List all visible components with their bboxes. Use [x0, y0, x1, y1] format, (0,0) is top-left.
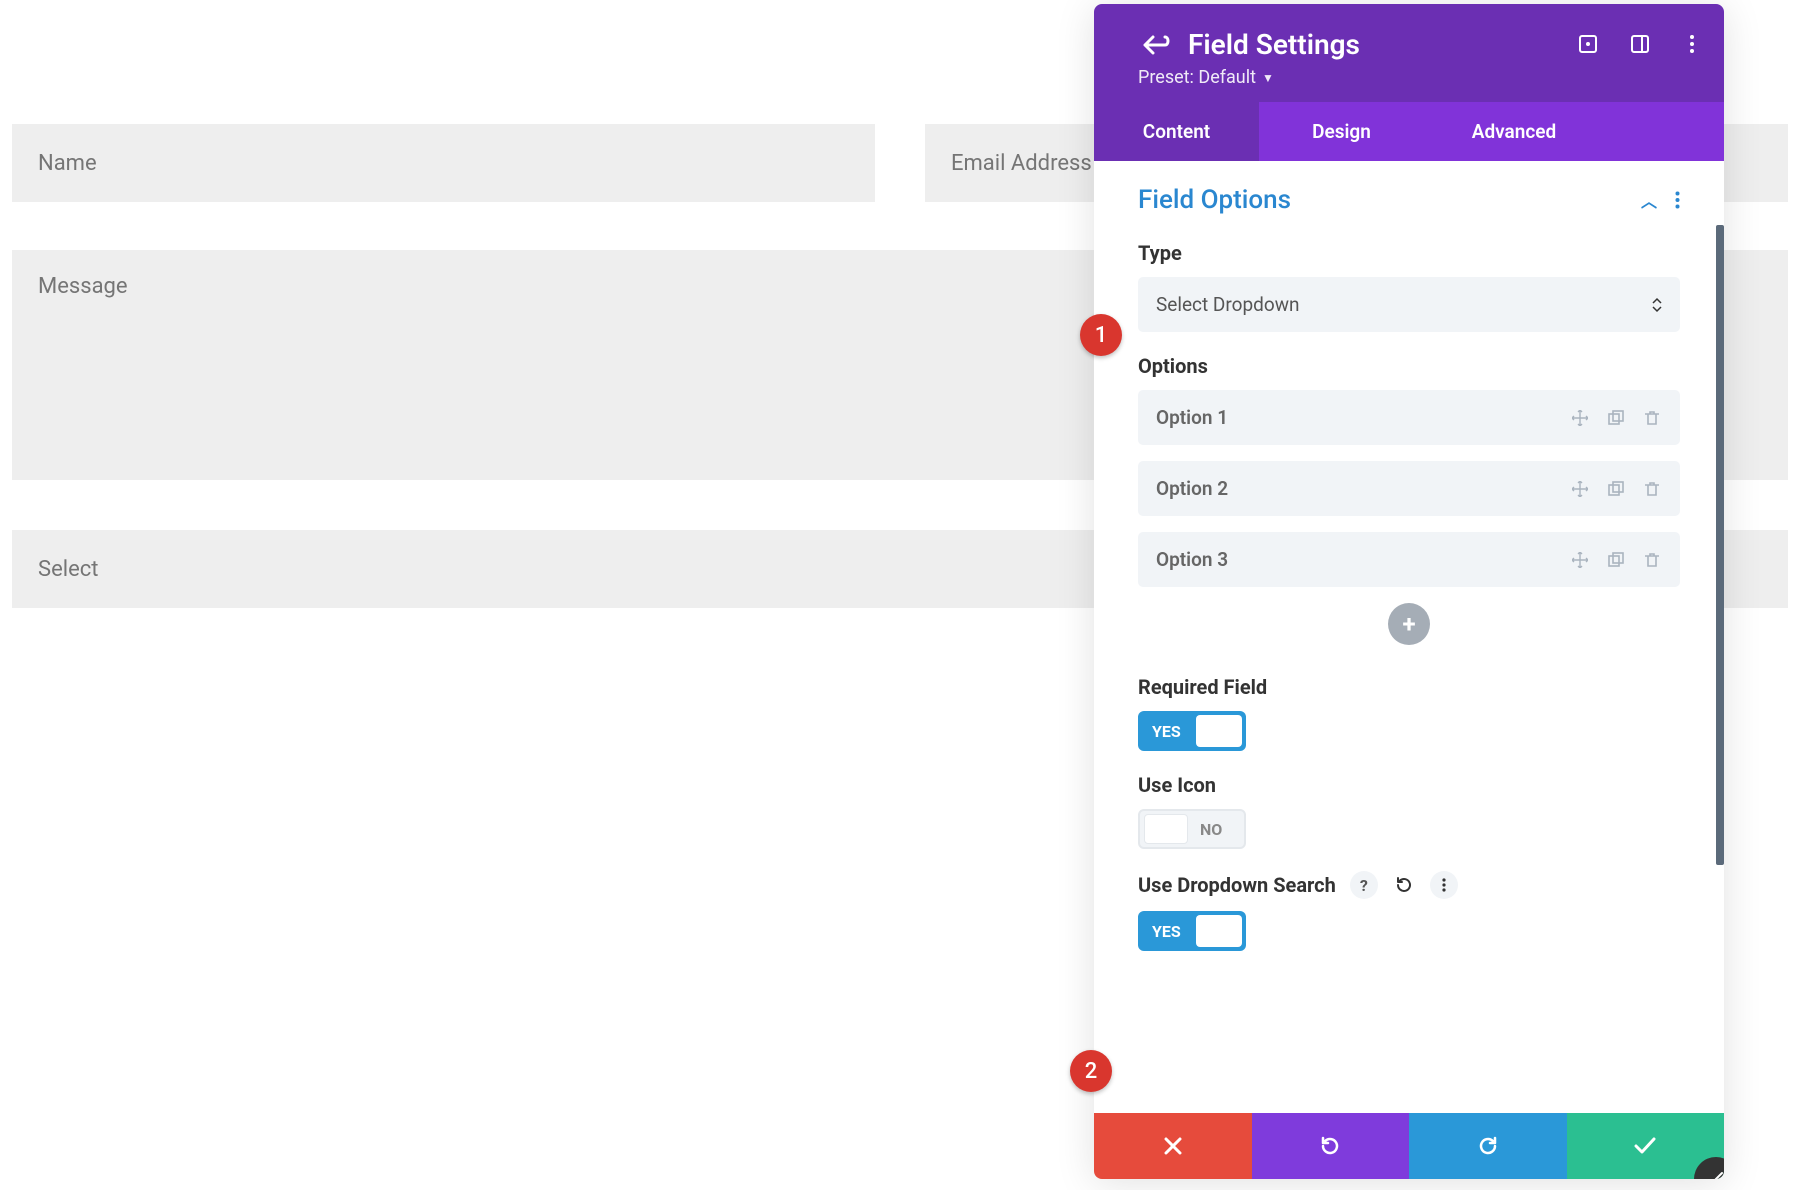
- move-icon[interactable]: [1570, 550, 1590, 570]
- field-settings-panel: Field Settings Preset: Default ▼ Content…: [1094, 4, 1724, 1179]
- move-icon[interactable]: [1570, 479, 1590, 499]
- type-select[interactable]: Select Dropdown: [1138, 277, 1680, 332]
- toggle-knob: [1144, 814, 1188, 844]
- undo-button[interactable]: [1252, 1113, 1410, 1179]
- trash-icon[interactable]: [1642, 550, 1662, 570]
- back-icon[interactable]: [1138, 30, 1176, 60]
- duplicate-icon[interactable]: [1606, 550, 1626, 570]
- option-label: Option 2: [1156, 477, 1228, 500]
- option-actions: [1570, 550, 1662, 570]
- panel-footer: [1094, 1113, 1724, 1179]
- layout-icon[interactable]: [1628, 32, 1652, 56]
- section-title: Field Options: [1138, 185, 1291, 215]
- option-actions: [1570, 479, 1662, 499]
- more-icon[interactable]: [1680, 32, 1704, 56]
- move-icon[interactable]: [1570, 408, 1590, 428]
- option-row[interactable]: Option 1: [1138, 390, 1680, 445]
- option-actions: [1570, 408, 1662, 428]
- duplicate-icon[interactable]: [1606, 408, 1626, 428]
- toggle-value: YES: [1152, 722, 1181, 741]
- required-label: Required Field: [1138, 675, 1680, 699]
- toggle-knob: [1196, 915, 1242, 947]
- toggle-value: YES: [1152, 922, 1181, 941]
- use-icon-label: Use Icon: [1138, 773, 1680, 797]
- tab-content[interactable]: Content: [1094, 102, 1259, 161]
- required-toggle[interactable]: YES: [1138, 711, 1246, 751]
- add-option-button[interactable]: +: [1388, 603, 1430, 645]
- reset-icon[interactable]: [1392, 873, 1416, 897]
- preset-label: Preset: Default: [1138, 67, 1256, 88]
- tab-design[interactable]: Design: [1259, 102, 1424, 161]
- panel-body[interactable]: Field Options ︿ Type Select Dropdown Opt…: [1094, 161, 1724, 1113]
- panel-title: Field Settings: [1188, 28, 1360, 61]
- help-icon[interactable]: ?: [1350, 871, 1378, 899]
- preset-selector[interactable]: Preset: Default ▼: [1138, 67, 1274, 88]
- section-field-options[interactable]: Field Options ︿: [1138, 185, 1680, 215]
- use-icon-toggle[interactable]: NO: [1138, 809, 1246, 849]
- dropdown-search-label: Use Dropdown Search: [1138, 873, 1336, 897]
- duplicate-icon[interactable]: [1606, 479, 1626, 499]
- trash-icon[interactable]: [1642, 479, 1662, 499]
- type-label: Type: [1138, 241, 1680, 265]
- dropdown-search-toggle[interactable]: YES: [1138, 911, 1246, 951]
- tab-advanced[interactable]: Advanced: [1424, 102, 1604, 161]
- trash-icon[interactable]: [1642, 408, 1662, 428]
- type-select-value: Select Dropdown: [1156, 293, 1299, 316]
- redo-button[interactable]: [1409, 1113, 1567, 1179]
- dropdown-search-label-row: Use Dropdown Search ?: [1138, 871, 1680, 899]
- toggle-value: NO: [1200, 820, 1222, 839]
- options-label: Options: [1138, 354, 1680, 378]
- callout-badge-2: 2: [1070, 1050, 1112, 1092]
- section-more-icon[interactable]: [1675, 191, 1680, 209]
- option-label: Option 3: [1156, 548, 1228, 571]
- option-label: Option 1: [1156, 406, 1228, 429]
- panel-tabs: Content Design Advanced: [1094, 102, 1724, 161]
- chevron-up-icon[interactable]: ︿: [1641, 188, 1657, 212]
- cancel-button[interactable]: [1094, 1113, 1252, 1179]
- option-row[interactable]: Option 2: [1138, 461, 1680, 516]
- callout-badge-1: 1: [1080, 314, 1122, 356]
- label-more-icon[interactable]: [1430, 871, 1458, 899]
- panel-header-icons: [1576, 32, 1704, 56]
- option-row[interactable]: Option 3: [1138, 532, 1680, 587]
- chevron-down-icon: ▼: [1262, 71, 1274, 85]
- panel-header: Field Settings Preset: Default ▼: [1094, 4, 1724, 102]
- panel-scrollbar[interactable]: [1716, 225, 1724, 865]
- select-caret-icon: [1652, 297, 1662, 313]
- expand-icon[interactable]: [1576, 32, 1600, 56]
- toggle-knob: [1196, 715, 1242, 747]
- name-field[interactable]: [12, 124, 875, 202]
- panel-body-wrap: Field Options ︿ Type Select Dropdown Opt…: [1094, 161, 1724, 1113]
